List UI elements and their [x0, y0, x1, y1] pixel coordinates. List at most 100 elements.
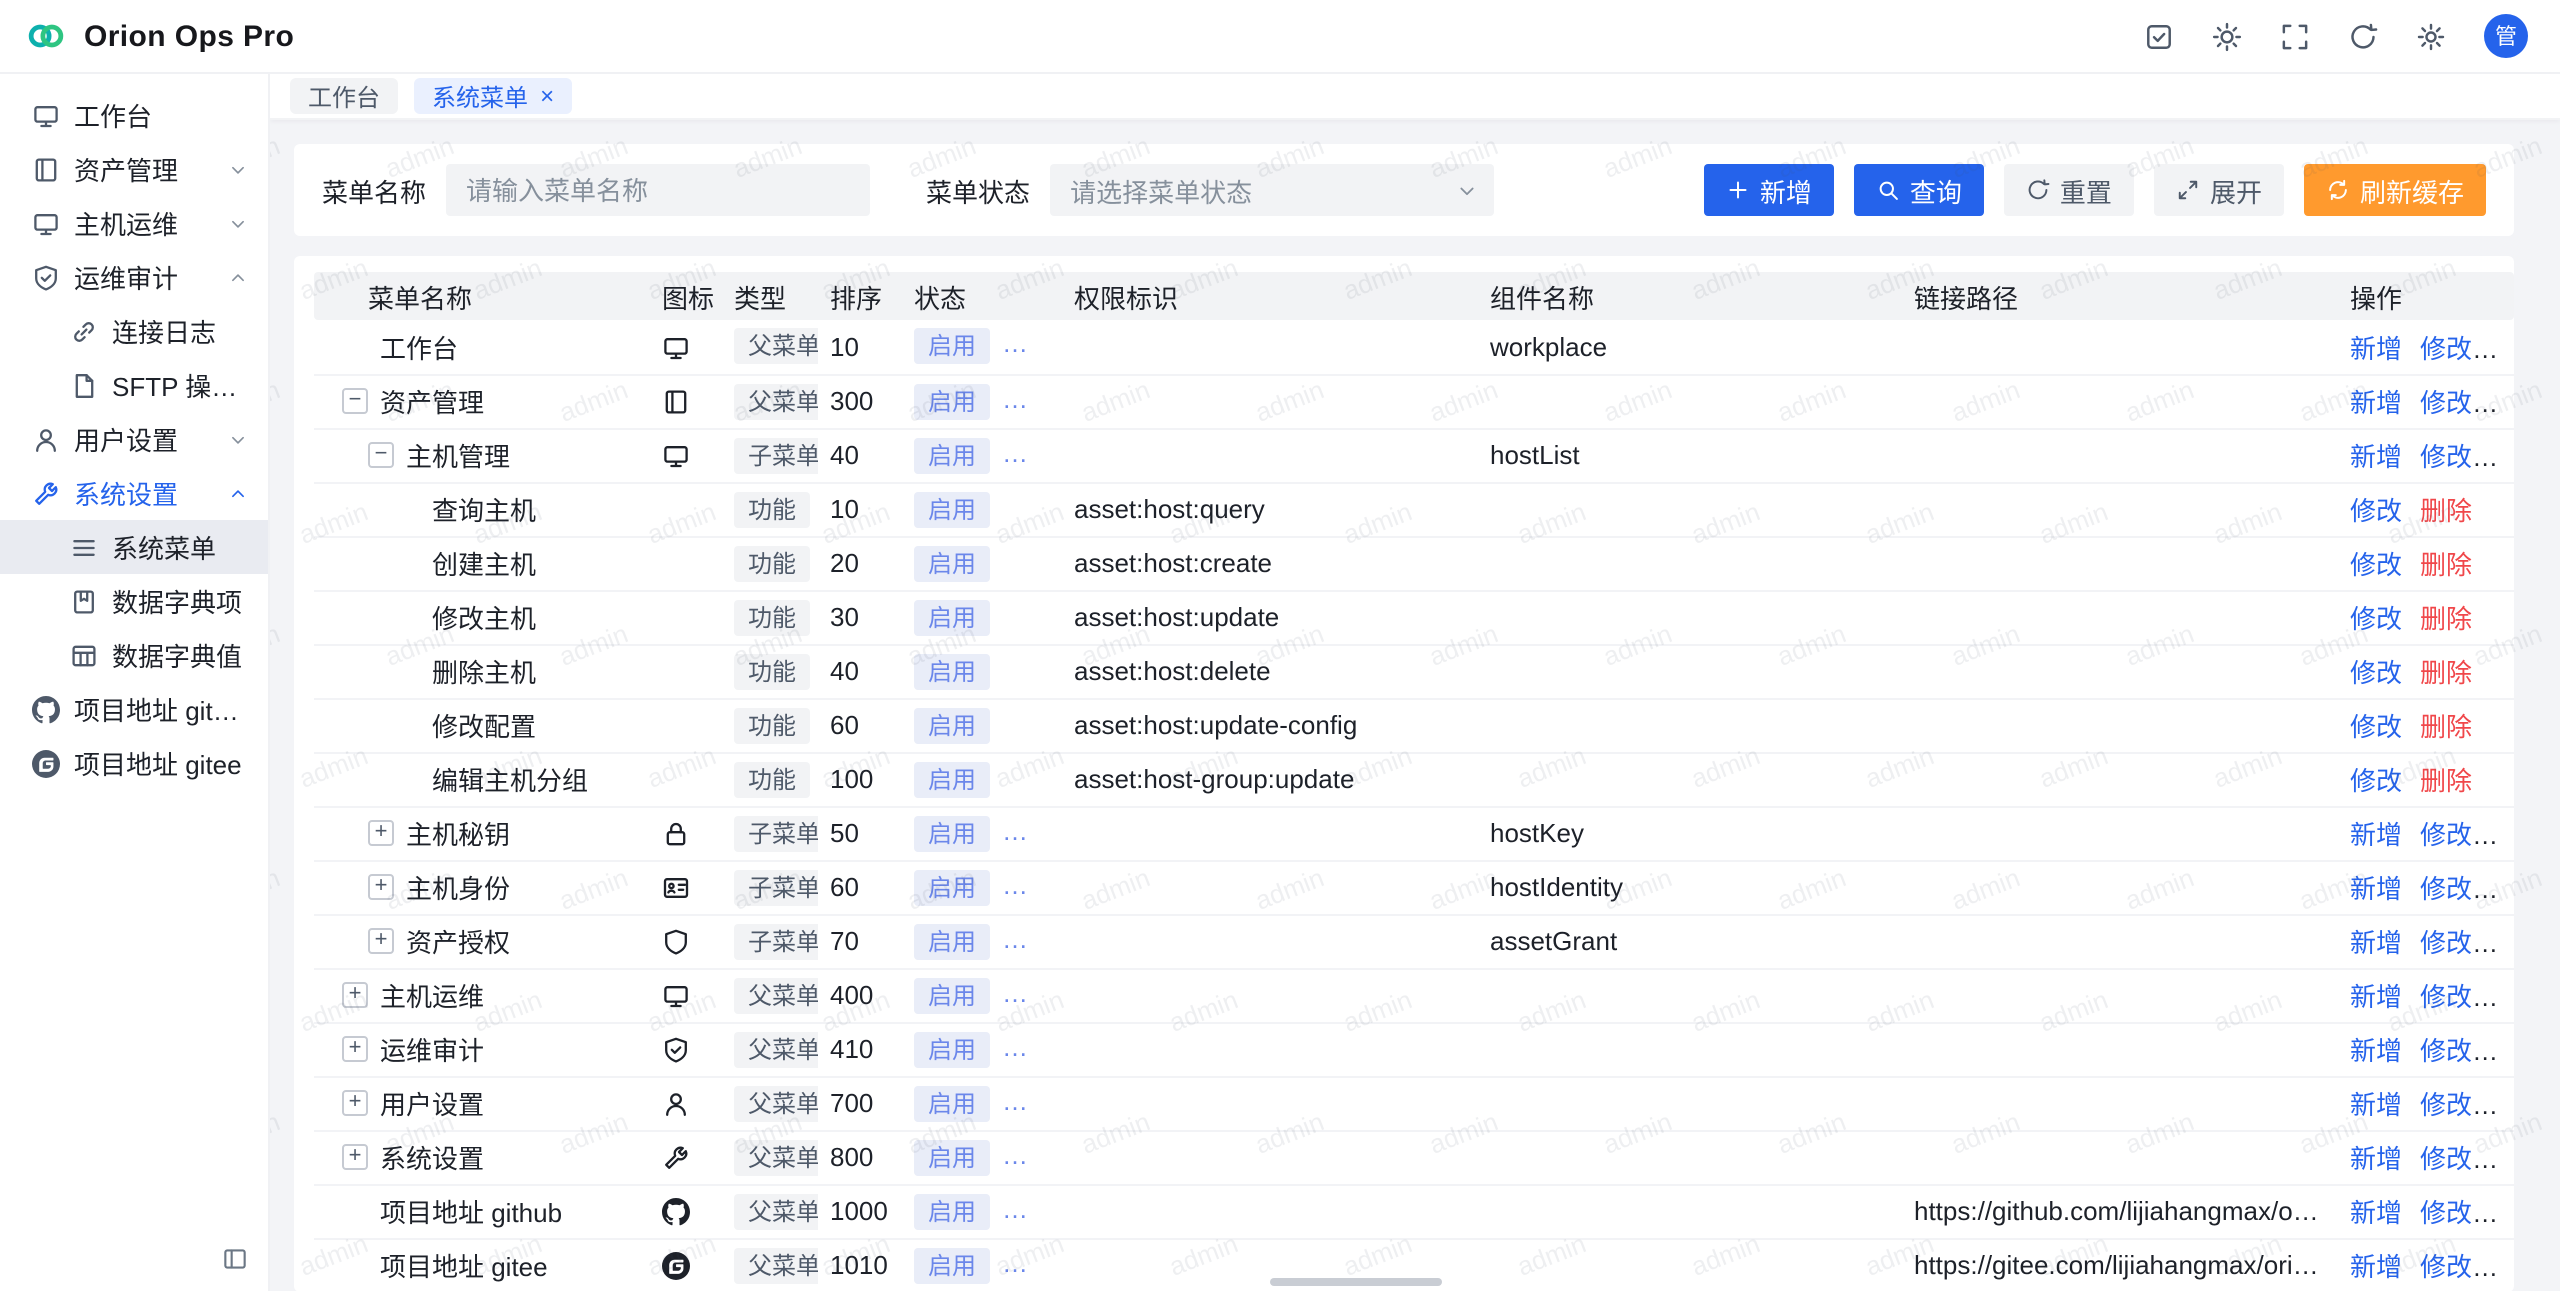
menu-ops-cell: 新增修改删除: [2338, 968, 2514, 1022]
edit-link[interactable]: 修改: [2350, 604, 2402, 634]
sidebar-item-system-settings[interactable]: 系统设置: [0, 466, 268, 520]
sidebar-item-sftp-log[interactable]: SFTP 操作日志: [0, 358, 268, 412]
add-link[interactable]: 新增: [2350, 820, 2402, 850]
add-link[interactable]: 新增: [2350, 388, 2402, 418]
chevron-up-icon: [228, 483, 248, 503]
collapse-row-toggle[interactable]: −: [342, 388, 368, 414]
edit-link[interactable]: 修改: [2420, 1036, 2472, 1066]
sidebar-item-gitee[interactable]: 项目地址 gitee: [0, 736, 268, 790]
add-link[interactable]: 新增: [2350, 1144, 2402, 1174]
refresh-cache-button[interactable]: 刷新缓存: [2304, 164, 2486, 216]
sidebar-collapse-icon[interactable]: [222, 1245, 248, 1271]
expand-row-toggle[interactable]: +: [368, 928, 394, 954]
edit-link[interactable]: 修改: [2350, 550, 2402, 580]
collapse-row-toggle[interactable]: −: [368, 442, 394, 468]
plus-icon: [1726, 178, 1750, 202]
edit-link[interactable]: 修改: [2420, 334, 2472, 364]
expand-button[interactable]: 展开: [2154, 164, 2284, 216]
delete-link[interactable]: 删除: [2420, 496, 2472, 526]
menu-ops-cell: 修改删除: [2338, 536, 2514, 590]
menu-path-cell: [1902, 1130, 2338, 1184]
user-avatar[interactable]: 管: [2484, 14, 2528, 58]
menu-icon-cell: [650, 590, 722, 644]
sidebar-item-ops-audit[interactable]: 运维审计: [0, 250, 268, 304]
add-link[interactable]: 新增: [2350, 982, 2402, 1012]
menu-ops-cell: 新增修改删除: [2338, 428, 2514, 482]
delete-link[interactable]: 删除: [2420, 766, 2472, 796]
query-button[interactable]: 查询: [1854, 164, 1984, 216]
menu-component-cell: [1478, 1076, 1902, 1130]
shield-check-icon: [32, 263, 60, 291]
add-link[interactable]: 新增: [2350, 1090, 2402, 1120]
edit-link[interactable]: 修改: [2350, 712, 2402, 742]
edit-link[interactable]: 修改: [2420, 1252, 2472, 1282]
menu-name-cell: +主机身份: [314, 860, 650, 914]
menu-status-cell: 启用显示: [902, 968, 1062, 1022]
expand-row-toggle[interactable]: +: [342, 1144, 368, 1170]
delete-link[interactable]: 删除: [2420, 712, 2472, 742]
refresh-icon[interactable]: [2348, 21, 2378, 51]
menu-status-select[interactable]: 请选择菜单状态: [1050, 164, 1494, 216]
delete-link[interactable]: 删除: [2420, 604, 2472, 634]
sidebar-item-dict-values[interactable]: 数据字典值: [0, 628, 268, 682]
menu-path-cell: [1902, 536, 2338, 590]
edit-link[interactable]: 修改: [2350, 496, 2402, 526]
expand-row-toggle[interactable]: +: [368, 874, 394, 900]
edit-link[interactable]: 修改: [2420, 982, 2472, 1012]
sidebar-item-asset[interactable]: 资产管理: [0, 142, 268, 196]
add-link[interactable]: 新增: [2350, 1036, 2402, 1066]
tab-system-menu[interactable]: 系统菜单×: [414, 78, 572, 114]
sidebar-item-github[interactable]: 项目地址 github: [0, 682, 268, 736]
add-button[interactable]: 新增: [1704, 164, 1834, 216]
table-row: +主机身份子菜单60启用显示hostIdentity新增修改删除: [314, 860, 2514, 914]
horizontal-scrollbar-thumb[interactable]: [1271, 1277, 1443, 1285]
sidebar-item-workbench[interactable]: 工作台: [0, 88, 268, 142]
edit-link[interactable]: 修改: [2420, 1090, 2472, 1120]
reset-button[interactable]: 重置: [2004, 164, 2134, 216]
edit-link[interactable]: 修改: [2420, 928, 2472, 958]
edit-link[interactable]: 修改: [2420, 1198, 2472, 1228]
menu-name-input[interactable]: [446, 164, 870, 216]
add-link[interactable]: 新增: [2350, 1252, 2402, 1282]
add-link[interactable]: 新增: [2350, 928, 2402, 958]
tab-manager-icon[interactable]: [2144, 21, 2174, 51]
link-icon: [70, 317, 98, 345]
edit-link[interactable]: 修改: [2350, 658, 2402, 688]
theme-toggle-icon[interactable]: [2212, 21, 2242, 51]
sidebar-item-connect-log[interactable]: 连接日志: [0, 304, 268, 358]
menu-type-cell: 父菜单: [722, 1022, 818, 1076]
app-brand[interactable]: Orion Ops Pro: [24, 14, 294, 58]
menu-perm-cell: asset:host:delete: [1062, 644, 1478, 698]
fullscreen-icon[interactable]: [2280, 21, 2310, 51]
expand-row-toggle[interactable]: +: [342, 982, 368, 1008]
settings-icon[interactable]: [2416, 21, 2446, 51]
edit-link[interactable]: 修改: [2420, 1144, 2472, 1174]
menu-perm-cell: asset:host:update-config: [1062, 698, 1478, 752]
menu-component-cell: [1478, 1184, 1902, 1238]
expand-row-toggle[interactable]: +: [368, 820, 394, 846]
add-link[interactable]: 新增: [2350, 334, 2402, 364]
sidebar-item-user-settings[interactable]: 用户设置: [0, 412, 268, 466]
idcard-icon: [662, 875, 690, 903]
menu-ops-cell: 新增修改删除: [2338, 860, 2514, 914]
edit-link[interactable]: 修改: [2420, 820, 2472, 850]
delete-link[interactable]: 删除: [2420, 550, 2472, 580]
tab-workbench[interactable]: 工作台: [290, 78, 398, 114]
sidebar-item-system-menu[interactable]: 系统菜单: [0, 520, 268, 574]
edit-link[interactable]: 修改: [2420, 874, 2472, 904]
edit-link[interactable]: 修改: [2420, 388, 2472, 418]
expand-row-toggle[interactable]: +: [342, 1090, 368, 1116]
menu-path-cell: [1902, 698, 2338, 752]
edit-link[interactable]: 修改: [2420, 442, 2472, 472]
edit-link[interactable]: 修改: [2350, 766, 2402, 796]
sidebar-item-host-ops[interactable]: 主机运维: [0, 196, 268, 250]
delete-link[interactable]: 删除: [2420, 658, 2472, 688]
menu-sort-cell: 100: [818, 752, 902, 806]
add-link[interactable]: 新增: [2350, 874, 2402, 904]
shield-icon: [662, 929, 690, 957]
add-link[interactable]: 新增: [2350, 442, 2402, 472]
add-link[interactable]: 新增: [2350, 1198, 2402, 1228]
expand-row-toggle[interactable]: +: [342, 1036, 368, 1062]
sidebar-item-dict-keys[interactable]: 数据字典项: [0, 574, 268, 628]
close-tab-icon[interactable]: ×: [540, 84, 554, 108]
